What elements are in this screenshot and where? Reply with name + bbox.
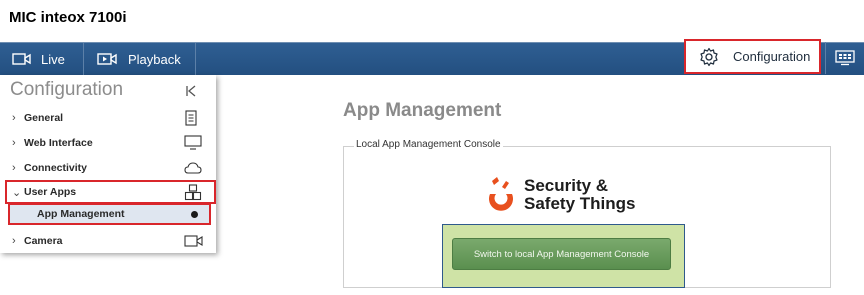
live-label: Live: [41, 51, 65, 67]
sidebar-item-label: User Apps: [24, 186, 77, 198]
sidebar-item-label: Camera: [24, 235, 63, 247]
monitor-grid-icon: [835, 50, 855, 66]
sidebar-item-user-apps[interactable]: ⌄ User Apps: [5, 180, 216, 204]
fieldset-legend: Local App Management Console: [354, 139, 503, 150]
document-icon: [185, 110, 197, 126]
sidebar-item-connectivity[interactable]: › Connectivity: [0, 156, 216, 180]
sidebar-item-web-interface[interactable]: › Web Interface: [0, 131, 216, 155]
monitor-icon: [184, 135, 202, 150]
cubes-icon: [184, 184, 202, 201]
sidebar-title: Configuration: [10, 79, 124, 100]
page-title: App Management: [343, 100, 502, 121]
sidebar-subitem-label: App Management: [37, 208, 125, 220]
sidebar-item-camera[interactable]: › Camera: [0, 229, 216, 253]
device-title: MIC inteox 7100i: [9, 9, 127, 26]
playback-tab[interactable]: Playback: [84, 43, 196, 75]
configuration-tab[interactable]: Configuration: [684, 39, 821, 74]
sidebar-item-label: General: [24, 112, 64, 124]
active-indicator-dot: [191, 211, 198, 218]
sidebar-item-label: Web Interface: [24, 137, 93, 149]
chevron-right-icon: ›: [12, 235, 16, 247]
configuration-label: Configuration: [733, 49, 811, 64]
chevron-right-icon: ›: [12, 162, 16, 174]
sidebar-item-general[interactable]: › General: [0, 106, 216, 130]
cloud-icon: [184, 162, 202, 174]
configuration-sidebar: Configuration › General › Web Interface …: [0, 75, 216, 253]
logo-text-line-1: Security &: [524, 176, 609, 195]
logo-text-line-2: Safety Things: [524, 194, 636, 213]
video-camera-icon: [184, 235, 203, 247]
live-tab[interactable]: Live: [0, 43, 84, 75]
chevron-right-icon: ›: [12, 137, 16, 149]
security-safety-things-logo: Security & Safety Things: [486, 175, 635, 215]
sst-logo-mark-icon: [489, 177, 513, 211]
chevron-right-icon: ›: [12, 112, 16, 124]
switch-to-local-console-button[interactable]: Switch to local App Management Console: [452, 238, 671, 270]
sidebar-item-label: Connectivity: [24, 162, 88, 174]
playback-icon: [97, 53, 117, 65]
video-camera-icon: [12, 53, 31, 65]
chevron-down-icon: ⌄: [12, 186, 22, 199]
playback-label: Playback: [128, 51, 181, 67]
collapse-sidebar-icon[interactable]: [185, 84, 197, 102]
gear-icon: [700, 47, 718, 66]
sidebar-subitem-app-management[interactable]: App Management: [8, 203, 211, 225]
display-toggle-button[interactable]: [825, 42, 864, 74]
